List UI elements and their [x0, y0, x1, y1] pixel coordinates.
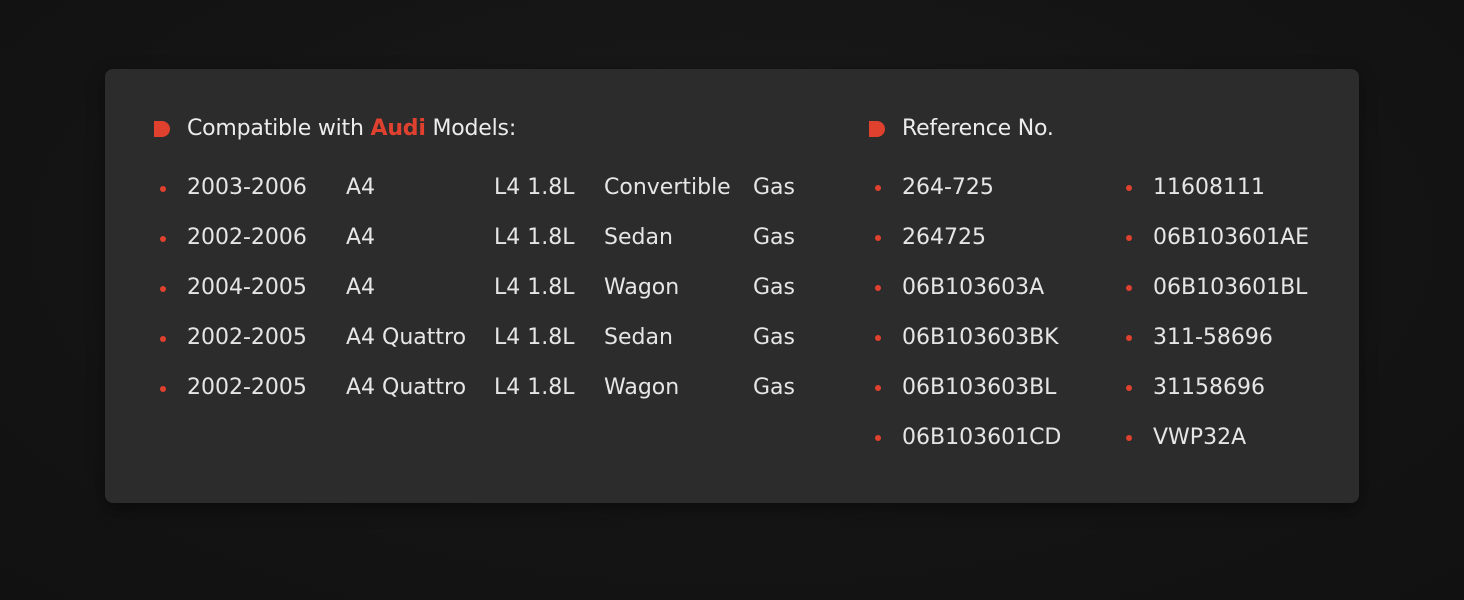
engine-spec: L4 1.8L: [494, 225, 575, 250]
dot-bullet-icon: [160, 336, 166, 342]
reference-number: 06B103603A: [902, 275, 1045, 300]
fuel-type: Gas: [753, 375, 795, 400]
reference-number: 06B103601CD: [902, 425, 1062, 450]
body-style: Sedan: [604, 225, 673, 250]
reference-number: 264-725: [902, 175, 994, 200]
reference-number: VWP32A: [1153, 425, 1247, 450]
dot-bullet-icon: [1126, 435, 1132, 441]
engine-spec: L4 1.8L: [494, 275, 575, 300]
engine-spec: L4 1.8L: [494, 325, 575, 350]
compat-row: 2002-2005 A4 Quattro L4 1.8L Sedan Gas: [105, 323, 865, 353]
model-year: 2003-2006: [187, 175, 307, 200]
fuel-type: Gas: [753, 275, 795, 300]
model-name: A4: [346, 175, 376, 200]
engine-spec: L4 1.8L: [494, 375, 575, 400]
fuel-type: Gas: [753, 225, 795, 250]
dot-bullet-icon: [875, 335, 881, 341]
engine-spec: L4 1.8L: [494, 175, 575, 200]
model-year: 2002-2006: [187, 225, 307, 250]
d-shape-marker-icon: [154, 120, 171, 137]
dot-bullet-icon: [875, 435, 881, 441]
reference-number: 06B103601AE: [1153, 225, 1310, 250]
model-year: 2004-2005: [187, 275, 307, 300]
dot-bullet-icon: [1126, 335, 1132, 341]
model-year: 2002-2005: [187, 375, 307, 400]
dot-bullet-icon: [160, 386, 166, 392]
dot-bullet-icon: [160, 236, 166, 242]
dot-bullet-icon: [160, 186, 166, 192]
compat-row: 2004-2005 A4 L4 1.8L Wagon Gas: [105, 273, 865, 303]
reference-number: 06B103603BL: [902, 375, 1057, 400]
model-name: A4: [346, 275, 376, 300]
dot-bullet-icon: [160, 286, 166, 292]
body-style: Sedan: [604, 325, 673, 350]
dot-bullet-icon: [1126, 385, 1132, 391]
compat-row: 2003-2006 A4 L4 1.8L Convertible Gas: [105, 173, 865, 203]
model-name: A4: [346, 225, 376, 250]
fuel-type: Gas: [753, 325, 795, 350]
reference-number: 06B103603BK: [902, 325, 1059, 350]
model-name: A4 Quattro: [346, 375, 467, 400]
reference-heading-label: Reference No.: [902, 116, 1054, 141]
reference-number: 311-58696: [1153, 325, 1273, 350]
heading-prefix: Compatible with: [187, 116, 364, 141]
body-style: Wagon: [604, 275, 680, 300]
reference-number: 11608111: [1153, 175, 1265, 200]
dot-bullet-icon: [1126, 285, 1132, 291]
compat-row: 2002-2006 A4 L4 1.8L Sedan Gas: [105, 223, 865, 253]
compat-row: 2002-2005 A4 Quattro L4 1.8L Wagon Gas: [105, 373, 865, 403]
brand-name: Audi: [370, 116, 426, 141]
reference-number: 06B103601BL: [1153, 275, 1308, 300]
body-style: Convertible: [604, 175, 731, 200]
reference-number-heading: Reference No.: [869, 116, 1054, 141]
dot-bullet-icon: [875, 285, 881, 291]
model-year: 2002-2005: [187, 325, 307, 350]
d-shape-marker-icon: [869, 120, 886, 137]
dot-bullet-icon: [875, 385, 881, 391]
compatibility-card: Compatible with Audi Models: 2003-2006 A4…: [105, 69, 1359, 503]
dot-bullet-icon: [875, 185, 881, 191]
dot-bullet-icon: [875, 235, 881, 241]
body-style: Wagon: [604, 375, 680, 400]
heading-suffix: Models:: [432, 116, 517, 141]
compatible-models-heading: Compatible with Audi Models:: [154, 116, 516, 141]
fuel-type: Gas: [753, 175, 795, 200]
dot-bullet-icon: [1126, 235, 1132, 241]
reference-number: 264725: [902, 225, 986, 250]
reference-number: 31158696: [1153, 375, 1265, 400]
model-name: A4 Quattro: [346, 325, 467, 350]
dot-bullet-icon: [1126, 185, 1132, 191]
